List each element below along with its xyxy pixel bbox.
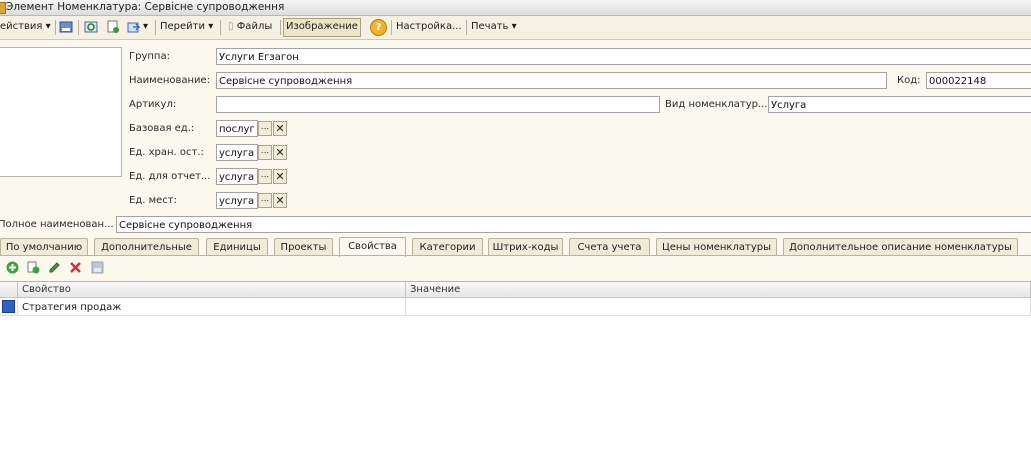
- row-selector[interactable]: [0, 299, 18, 316]
- copy-icon[interactable]: [27, 261, 40, 274]
- toolbar-separator: [391, 20, 392, 35]
- tab-additional[interactable]: Дополнительные: [94, 238, 199, 255]
- report-unit-field[interactable]: услуга: [216, 168, 258, 185]
- image-toggle-button[interactable]: Изображение: [283, 18, 361, 37]
- name-field[interactable]: Сервісне супроводження: [216, 72, 887, 89]
- base-unit-label: Базовая ед.:: [129, 123, 195, 134]
- settings-label: Настройка...: [396, 21, 462, 32]
- tab-units[interactable]: Единицы: [206, 238, 268, 255]
- tab-categories[interactable]: Категории: [412, 238, 483, 255]
- code-label: Код:: [897, 75, 921, 86]
- dropdown-arrow-icon: ▾: [208, 21, 214, 32]
- base-unit-select-button[interactable]: ...: [258, 121, 272, 136]
- toolbar-separator: [55, 20, 56, 35]
- tab-default[interactable]: По умолчанию: [0, 238, 88, 255]
- image-preview[interactable]: [0, 47, 122, 177]
- paperclip-icon: ▯: [228, 21, 234, 32]
- dropdown-arrow-icon: ▾: [45, 21, 51, 32]
- table-row-value[interactable]: [406, 299, 1031, 316]
- full-name-field[interactable]: Сервісне супроводження: [116, 216, 1031, 233]
- code-field[interactable]: 000022148: [926, 72, 1031, 89]
- window-titlebar: Элемент Номенклатура: Сервісне супроводж…: [0, 0, 1031, 16]
- based-on-dropdown-icon[interactable]: ▾: [143, 19, 148, 35]
- base-unit-clear-icon[interactable]: ✕: [273, 121, 287, 136]
- properties-table[interactable]: Свойство Значение Стратегия продаж: [0, 281, 1031, 452]
- settings-button[interactable]: Настройка...: [396, 19, 462, 35]
- report-unit-label: Ед. для отчет...: [129, 171, 211, 182]
- based-on-icon[interactable]: [127, 20, 141, 34]
- storage-unit-field[interactable]: услуга: [216, 144, 258, 161]
- toolbar-separator: [78, 20, 79, 35]
- tab-strip: По умолчанию Дополнительные Единицы Прое…: [0, 237, 1031, 257]
- print-label: Печать: [471, 21, 509, 32]
- image-label: Изображение: [286, 21, 358, 32]
- toolbar-separator: [220, 20, 221, 35]
- goto-label: Перейти: [160, 21, 205, 32]
- toolbar-separator: [280, 20, 281, 35]
- storage-unit-select-button[interactable]: ...: [258, 145, 272, 160]
- name-label: Наименование:: [129, 75, 211, 86]
- edit-pencil-icon[interactable]: [48, 261, 61, 274]
- base-unit-field[interactable]: послуг: [216, 120, 258, 137]
- print-menu[interactable]: Печать ▾: [471, 19, 517, 35]
- toolbar-separator: [466, 20, 467, 35]
- add-icon[interactable]: [6, 261, 19, 274]
- table-row-property[interactable]: Стратегия продаж: [18, 299, 406, 316]
- place-unit-clear-icon[interactable]: ✕: [273, 193, 287, 208]
- place-unit-field[interactable]: услуга: [216, 192, 258, 209]
- window-title: Элемент Номенклатура: Сервісне супроводж…: [6, 1, 285, 13]
- column-header-value[interactable]: Значение: [406, 282, 1031, 298]
- place-unit-label: Ед. мест:: [129, 195, 177, 206]
- row-marker-header: [0, 282, 18, 298]
- tab-divider: [0, 255, 1031, 256]
- article-label: Артикул:: [129, 99, 177, 110]
- kind-label: Вид номенклатур...: [665, 99, 768, 110]
- goto-menu[interactable]: Перейти ▾: [160, 19, 213, 35]
- full-name-label: Полное наименован...: [0, 219, 114, 230]
- save-disabled-icon[interactable]: [91, 261, 104, 274]
- tab-barcodes[interactable]: Штрих-коды: [488, 238, 563, 255]
- delete-icon[interactable]: [69, 261, 82, 274]
- files-button[interactable]: ▯ Файлы: [228, 19, 272, 35]
- report-unit-select-button[interactable]: ...: [258, 169, 272, 184]
- toolbar-separator: [155, 20, 156, 35]
- copy-document-icon[interactable]: [106, 20, 120, 34]
- toolbar: ействия ▾ ▾ Перейти ▾ ▯ Файлы Изображени…: [0, 16, 1031, 40]
- tab-properties[interactable]: Свойства: [339, 237, 406, 257]
- tab-prices[interactable]: Цены номенклатуры: [656, 238, 777, 255]
- tab-projects[interactable]: Проекты: [274, 238, 333, 255]
- actions-label: ействия: [0, 21, 43, 32]
- files-label: Файлы: [236, 21, 273, 32]
- save-write-icon[interactable]: [59, 20, 73, 34]
- column-header-property[interactable]: Свойство: [18, 282, 406, 298]
- report-unit-clear-icon[interactable]: ✕: [273, 169, 287, 184]
- storage-unit-clear-icon[interactable]: ✕: [273, 145, 287, 160]
- group-label: Группа:: [129, 51, 170, 62]
- article-field[interactable]: [216, 96, 660, 113]
- tab-extra-description[interactable]: Дополнительное описание номенклатуры: [783, 238, 1018, 255]
- dropdown-arrow-icon: ▾: [511, 21, 517, 32]
- selected-row-icon: [2, 300, 15, 313]
- refresh-icon[interactable]: [84, 20, 98, 34]
- tab-accounts[interactable]: Счета учета: [569, 238, 650, 255]
- group-field[interactable]: Услуги Егзагон: [216, 48, 1031, 65]
- kind-field[interactable]: Услуга: [768, 96, 1031, 113]
- help-icon[interactable]: ?: [370, 19, 387, 36]
- actions-menu[interactable]: ействия ▾: [0, 19, 51, 35]
- storage-unit-label: Ед. хран. ост.:: [129, 147, 204, 158]
- place-unit-select-button[interactable]: ...: [258, 193, 272, 208]
